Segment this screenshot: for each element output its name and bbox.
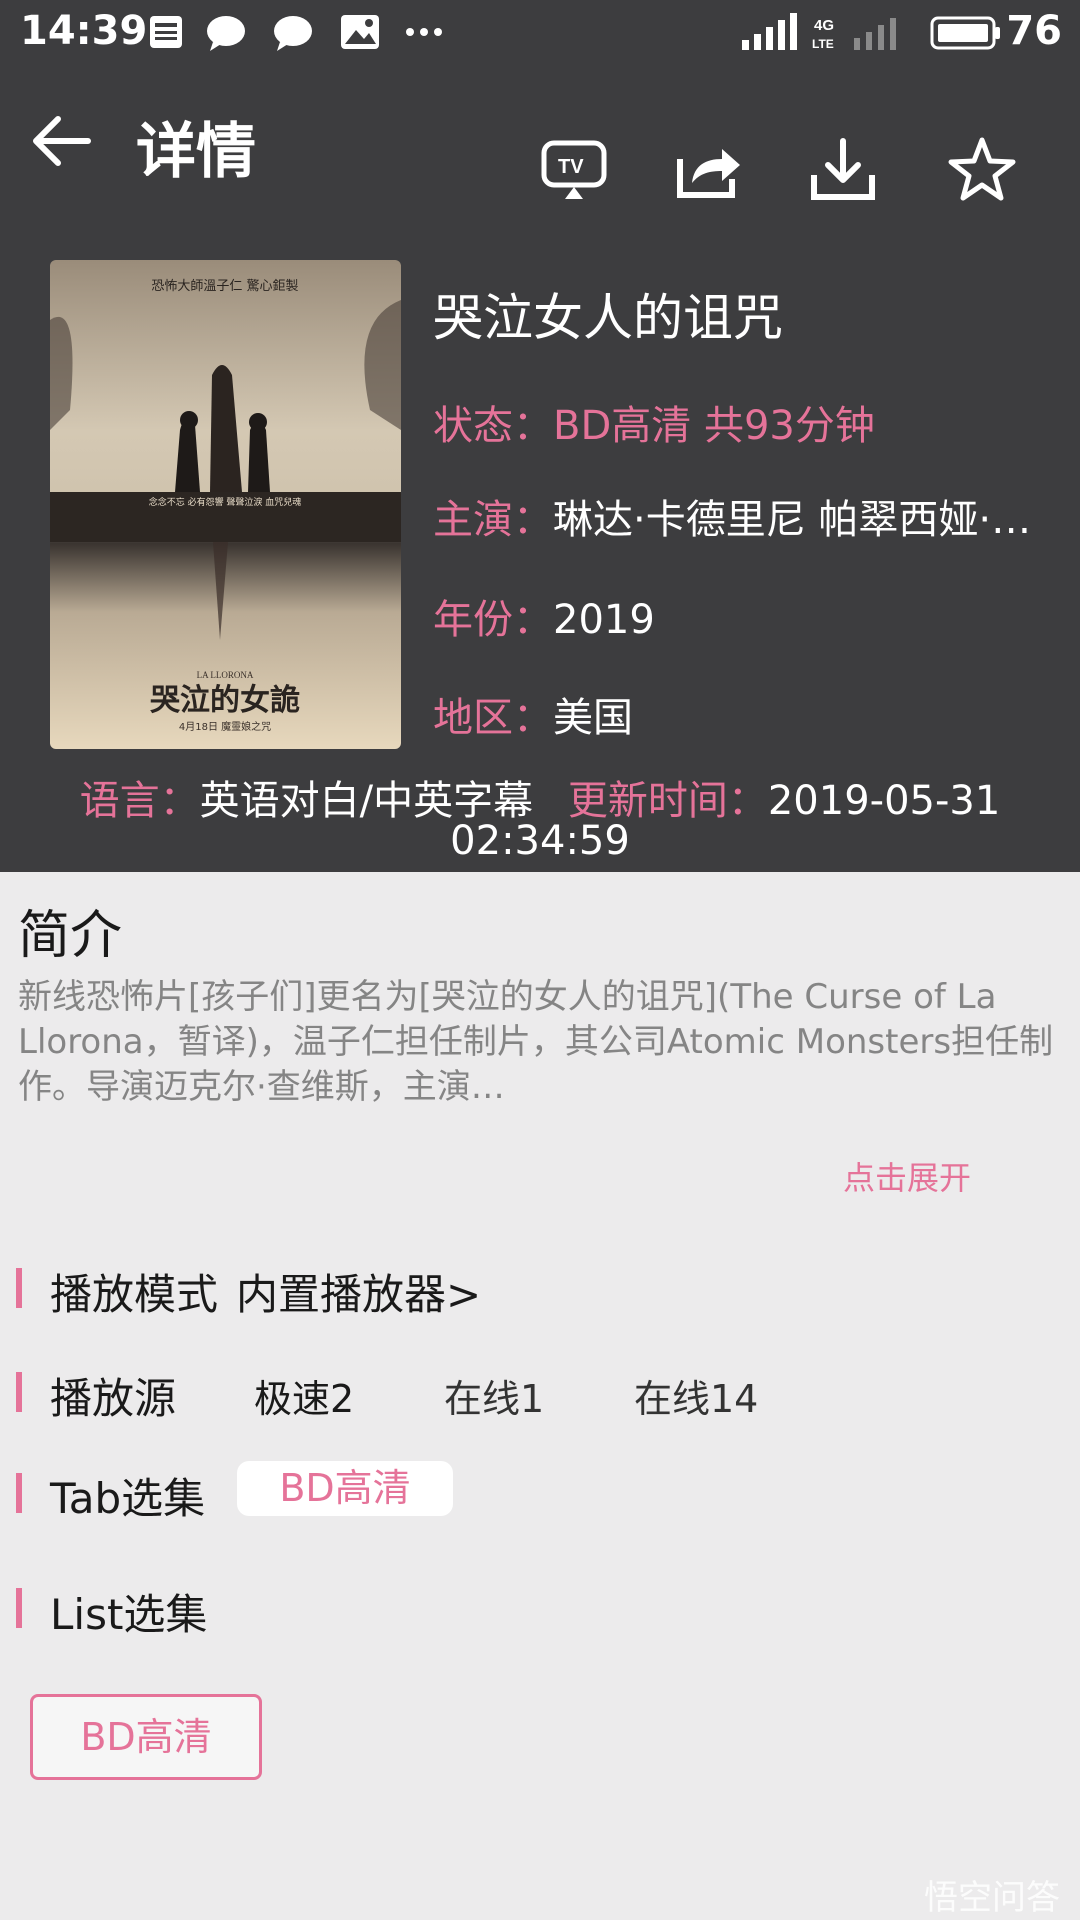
section-marker — [16, 1473, 22, 1513]
intro-title: 简介 — [18, 906, 123, 966]
movie-title: 哭泣女人的诅咒 — [433, 289, 783, 347]
year-value: 2019 — [553, 597, 655, 643]
movie-poster[interactable]: 恐怖大師溫子仁 驚心鉅製 念念不忘 必有怨響 聲聲泣淚 血咒兒魂 LA LLOR… — [50, 260, 401, 749]
tab-episodes-label: Tab选集 — [50, 1474, 206, 1523]
status-label: 状态： — [433, 403, 553, 449]
poster-small-title: LA LLORONA — [197, 670, 254, 680]
svg-text:TV: TV — [558, 156, 584, 178]
cast-row: 主演：琳达·卡德里尼 帕翠西娅·… — [433, 487, 1031, 545]
intro-text: 新线恐怖片[孩子们]更名为[哭泣的女人的诅咒](The Curse of La … — [18, 977, 1054, 1107]
signal-strength-icon — [742, 13, 797, 50]
poster-title: 哭泣的女詭 — [150, 683, 300, 718]
more-dots-icon — [406, 28, 442, 36]
watermark: 悟空问答 — [924, 1878, 1060, 1918]
section-marker — [16, 1372, 22, 1412]
source-option[interactable]: 在线1 — [444, 1368, 544, 1423]
battery-icon — [930, 16, 1000, 50]
play-mode-selector[interactable]: 内置播放器> — [236, 1261, 481, 1322]
poster-artwork: 恐怖大師溫子仁 驚心鉅製 念念不忘 必有怨響 聲聲泣淚 血咒兒魂 LA LLOR… — [50, 260, 401, 749]
play-source-label: 播放源 — [50, 1374, 177, 1423]
signal-weak-icon — [854, 18, 896, 50]
status-row: 状态：BD高清 共93分钟 — [433, 393, 875, 451]
cast-value: 琳达·卡德里尼 帕翠西娅·… — [553, 497, 1032, 543]
updated-time: 02:34:59 — [450, 818, 630, 864]
list-episodes-label: List选集 — [50, 1590, 208, 1639]
section-marker — [16, 1588, 22, 1628]
chat-bubble-icon — [207, 16, 245, 51]
battery-level: 76 — [1006, 8, 1062, 54]
source-option[interactable]: 在线14 — [634, 1368, 758, 1423]
download-icon[interactable] — [808, 135, 878, 205]
poster-top-text: 恐怖大師溫子仁 驚心鉅製 — [151, 278, 298, 294]
network-type-icon: 4G LTE — [812, 17, 834, 51]
year-label: 年份： — [433, 597, 553, 643]
poster-tagline: 念念不忘 必有怨響 聲聲泣淚 血咒兒魂 — [149, 496, 302, 508]
episode-list-button[interactable]: BD高清 — [30, 1694, 262, 1780]
region-value: 美国 — [553, 695, 633, 741]
section-marker — [16, 1268, 22, 1308]
star-icon[interactable] — [947, 135, 1017, 205]
status-bar: 14:39 4G LTE 76 — [0, 0, 1080, 66]
chat-bubble-icon-2 — [274, 16, 312, 51]
year-row: 年份：2019 — [433, 587, 655, 645]
gallery-icon — [341, 15, 379, 49]
status-time: 14:39 — [20, 8, 148, 54]
episode-tab-chip[interactable]: BD高清 — [237, 1461, 453, 1516]
play-mode-label: 播放模式 — [50, 1270, 219, 1319]
cast-label: 主演： — [433, 497, 553, 543]
svg-text:4G: 4G — [814, 17, 834, 34]
status-value: BD高清 共93分钟 — [553, 403, 875, 449]
share-icon[interactable] — [674, 135, 744, 205]
news-icon — [150, 16, 182, 48]
region-label: 地区： — [433, 695, 553, 741]
region-row: 地区：美国 — [433, 685, 633, 743]
expand-link[interactable]: 点击展开 — [843, 1153, 971, 1199]
svg-text:LTE: LTE — [812, 37, 834, 51]
page-title: 详情 — [136, 117, 256, 187]
source-option-active[interactable]: 极速2 — [254, 1368, 354, 1423]
poster-date: 4月18日 魔靈娘之咒 — [179, 720, 271, 733]
tv-cast-icon[interactable]: TV — [539, 135, 609, 205]
back-arrow-icon[interactable] — [28, 108, 94, 174]
